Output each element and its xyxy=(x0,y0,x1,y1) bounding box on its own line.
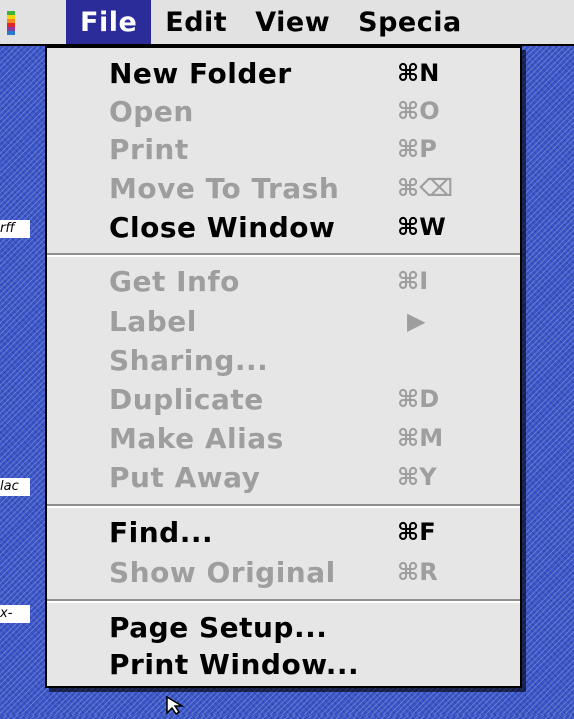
desktop-icon-label[interactable]: lac xyxy=(0,478,30,496)
menu-item-label: Close Window xyxy=(109,210,336,244)
menu-item-label: New Folder xyxy=(109,56,292,90)
menu-separator xyxy=(47,504,520,508)
menu-item-find[interactable]: Find... ⌘F xyxy=(47,513,520,551)
desktop-icon-label[interactable]: rff xyxy=(0,220,30,238)
menu-item-show-original[interactable]: Show Original ⌘R xyxy=(47,553,520,591)
menu-item-shortcut: ⌘⌫ xyxy=(397,174,454,202)
menu-item-label: Duplicate xyxy=(109,382,264,416)
menu-item-shortcut: ⌘I xyxy=(397,267,429,295)
mouse-pointer-icon xyxy=(165,695,191,719)
menu-item-print[interactable]: Print ⌘P xyxy=(47,130,520,168)
menu-item-move-to-trash[interactable]: Move To Trash ⌘⌫ xyxy=(47,169,520,207)
apple-menu-icon[interactable] xyxy=(0,0,22,44)
menu-view[interactable]: View xyxy=(241,0,344,44)
menu-item-close-window[interactable]: Close Window ⌘W xyxy=(47,208,520,246)
menu-item-label: Open xyxy=(109,94,194,128)
menu-item-label: Page Setup... xyxy=(109,610,328,644)
menu-item-label: Make Alias xyxy=(109,421,284,455)
menu-item-shortcut: ⌘O xyxy=(397,97,440,125)
submenu-arrow-icon: ▶ xyxy=(407,307,426,335)
menu-item-label: Label xyxy=(109,304,197,338)
menu-item-put-away[interactable]: Put Away ⌘Y xyxy=(47,458,520,496)
menu-item-shortcut: ⌘R xyxy=(397,558,438,586)
menu-item-shortcut: ⌘Y xyxy=(397,463,437,491)
menu-item-print-window[interactable]: Print Window... xyxy=(47,645,520,683)
menu-special[interactable]: Specia xyxy=(344,0,476,44)
menu-item-label: Move To Trash xyxy=(109,171,340,205)
file-menu-dropdown: New Folder ⌘N Open ⌘O Print ⌘P Move To T… xyxy=(45,46,522,688)
menu-item-sharing[interactable]: Sharing... xyxy=(47,341,520,379)
menu-item-duplicate[interactable]: Duplicate ⌘D xyxy=(47,380,520,418)
menu-file[interactable]: File xyxy=(66,0,152,44)
menu-item-get-info[interactable]: Get Info ⌘I xyxy=(47,262,520,300)
menu-item-label: Get Info xyxy=(109,264,240,298)
menu-item-label: Print xyxy=(109,132,189,166)
menu-item-open[interactable]: Open ⌘O xyxy=(47,92,520,130)
menu-item-label: Print Window... xyxy=(109,647,360,681)
menu-item-shortcut: ⌘M xyxy=(397,424,444,452)
menu-item-label: Find... xyxy=(109,515,214,549)
menu-item-label: Show Original xyxy=(109,555,336,589)
menu-item-shortcut: ⌘W xyxy=(397,213,446,241)
menu-item-shortcut: ⌘N xyxy=(397,59,440,87)
menu-item-page-setup[interactable]: Page Setup... xyxy=(47,608,520,646)
menu-bar: File Edit View Specia xyxy=(0,0,574,46)
menu-item-label: Sharing... xyxy=(109,343,269,377)
menu-item-new-folder[interactable]: New Folder ⌘N xyxy=(47,54,520,92)
menu-item-shortcut: ⌘D xyxy=(397,385,440,413)
menu-item-make-alias[interactable]: Make Alias ⌘M xyxy=(47,419,520,457)
menu-edit[interactable]: Edit xyxy=(151,0,241,44)
menu-item-label-submenu[interactable]: Label ▶ xyxy=(47,302,520,340)
menu-item-shortcut: ⌘F xyxy=(397,518,436,546)
desktop-icon-label[interactable]: x- xyxy=(0,605,30,623)
menu-separator xyxy=(47,599,520,603)
menu-item-label: Put Away xyxy=(109,460,261,494)
menu-separator xyxy=(47,253,520,257)
menu-item-shortcut: ⌘P xyxy=(397,135,437,163)
